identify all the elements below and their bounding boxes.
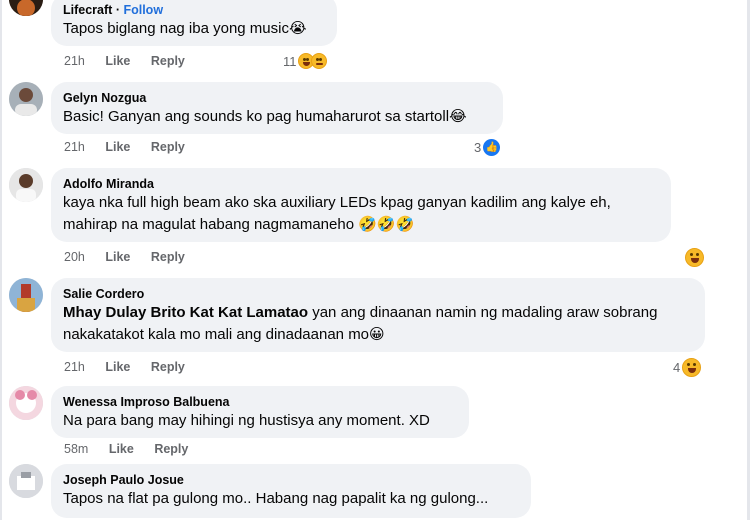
comment-author[interactable]: Gelyn Nozgua <box>63 90 491 106</box>
comment-text-row-1: Mhay Dulay Brito Kat Kat Lamatao yan ang… <box>63 302 693 324</box>
avatar[interactable] <box>9 386 43 420</box>
comment-text: Tapos biglang nag iba yong music <box>63 20 289 37</box>
comment-author[interactable]: Joseph Paulo Josue <box>63 472 519 488</box>
comment-timestamp[interactable]: 58m <box>64 442 88 456</box>
reaction-count[interactable]: 4 <box>673 358 702 377</box>
like-icon: 👍 <box>483 139 501 156</box>
comment-bubble: Joseph Paulo Josue Tapos na flat pa gulo… <box>51 464 531 518</box>
laughing-icon <box>682 358 702 377</box>
avatar[interactable] <box>9 168 43 202</box>
comment-text-row-2: nakakatakot kala mo mali ang dinadaanan … <box>63 324 693 346</box>
comment-bubble: Lifecraft · Follow Tapos biglang nag iba… <box>51 0 337 46</box>
comment-actions: 21h Like Reply <box>64 360 202 374</box>
reply-button[interactable]: Reply <box>151 54 185 68</box>
separator-dot: · <box>115 3 120 17</box>
like-button[interactable]: Like <box>105 54 130 68</box>
comment-timestamp[interactable]: 20h <box>64 250 85 264</box>
comment-timestamp[interactable]: 21h <box>64 54 85 68</box>
comment-actions: 58m Like Reply <box>64 442 205 456</box>
avatar-image <box>9 82 43 116</box>
rofl-emojis: 🤣🤣🤣 <box>358 216 415 233</box>
comment-author[interactable]: Adolfo Miranda <box>63 176 659 192</box>
comment-bubble: Salie Cordero Mhay Dulay Brito Kat Kat L… <box>51 278 705 352</box>
comment-text-row: Tapos biglang nag iba yong music😭 <box>63 18 325 40</box>
like-button[interactable]: Like <box>105 360 130 374</box>
reaction-count[interactable]: 3 👍 <box>474 139 501 156</box>
reaction-badge[interactable] <box>685 248 704 267</box>
avatar-image <box>9 278 43 312</box>
comment-timestamp[interactable]: 21h <box>64 140 85 154</box>
window-edge-left <box>0 0 2 520</box>
comment-actions: 21h Like Reply <box>64 54 202 68</box>
comment-actions: 21h Like Reply <box>64 140 202 154</box>
comment-text: Basic! Ganyan ang sounds ko pag humaharu… <box>63 108 450 125</box>
comment-text: Na para bang may hihingi ng hustisya any… <box>63 412 430 429</box>
comment-text-line-1: yan ang dinaanan namin ng madaling araw … <box>312 304 658 321</box>
avatar[interactable] <box>9 464 43 498</box>
comment-bubble: Gelyn Nozgua Basic! Ganyan ang sounds ko… <box>51 82 503 134</box>
reaction-number: 11 <box>283 53 297 69</box>
comment-author-line: Lifecraft · Follow <box>63 2 325 18</box>
grinning-emoji: 😀 <box>369 326 385 343</box>
mentioned-user-tag[interactable]: Mhay Dulay Brito Kat Kat Lamatao <box>63 304 308 321</box>
comment-actions: 20h Like Reply <box>64 250 202 264</box>
like-button[interactable]: Like <box>105 250 130 264</box>
comment-author[interactable]: Wenessa Improso Balbuena <box>63 394 457 410</box>
comment-text: Tapos na flat pa gulong mo.. Habang nag … <box>63 490 489 507</box>
follow-button[interactable]: Follow <box>123 3 163 17</box>
comment-author[interactable]: Lifecraft <box>63 3 112 17</box>
sad-tear-icon <box>310 53 327 69</box>
avatar-image <box>9 0 43 16</box>
comment-text-line-2: nakakatakot kala mo mali ang dinadaanan … <box>63 326 370 343</box>
comment-text-line-1: kaya nka full high beam ako ska auxiliar… <box>63 194 611 211</box>
crying-emoji: 😭 <box>288 20 307 37</box>
reply-button[interactable]: Reply <box>151 250 185 264</box>
avatar[interactable] <box>9 278 43 312</box>
reply-button[interactable]: Reply <box>151 360 185 374</box>
comment-text-line-2: mahirap na magulat habang nagmamaneho <box>63 216 355 233</box>
avatar[interactable] <box>9 82 43 116</box>
reply-button[interactable]: Reply <box>151 140 185 154</box>
comment-timestamp[interactable]: 21h <box>64 360 85 374</box>
laughing-icon <box>685 248 704 267</box>
reaction-count[interactable]: 11 <box>283 53 327 69</box>
like-button[interactable]: Like <box>105 140 130 154</box>
comment-bubble: Wenessa Improso Balbuena Na para bang ma… <box>51 386 469 438</box>
comment-author[interactable]: Salie Cordero <box>63 286 693 302</box>
comment-text-row: mahirap na magulat habang nagmamaneho 🤣🤣… <box>63 214 659 236</box>
avatar-image <box>9 464 43 498</box>
like-button[interactable]: Like <box>109 442 134 456</box>
laughing-emoji: 😂 <box>449 108 467 125</box>
avatar[interactable] <box>9 0 43 16</box>
avatar-image <box>9 386 43 420</box>
reply-button[interactable]: Reply <box>154 442 188 456</box>
avatar-image <box>9 168 43 202</box>
reaction-number: 4 <box>673 360 681 375</box>
reaction-number: 3 <box>474 140 482 155</box>
comment-text-row: Basic! Ganyan ang sounds ko pag humaharu… <box>63 106 491 128</box>
comment-bubble: Adolfo Miranda kaya nka full high beam a… <box>51 168 671 242</box>
